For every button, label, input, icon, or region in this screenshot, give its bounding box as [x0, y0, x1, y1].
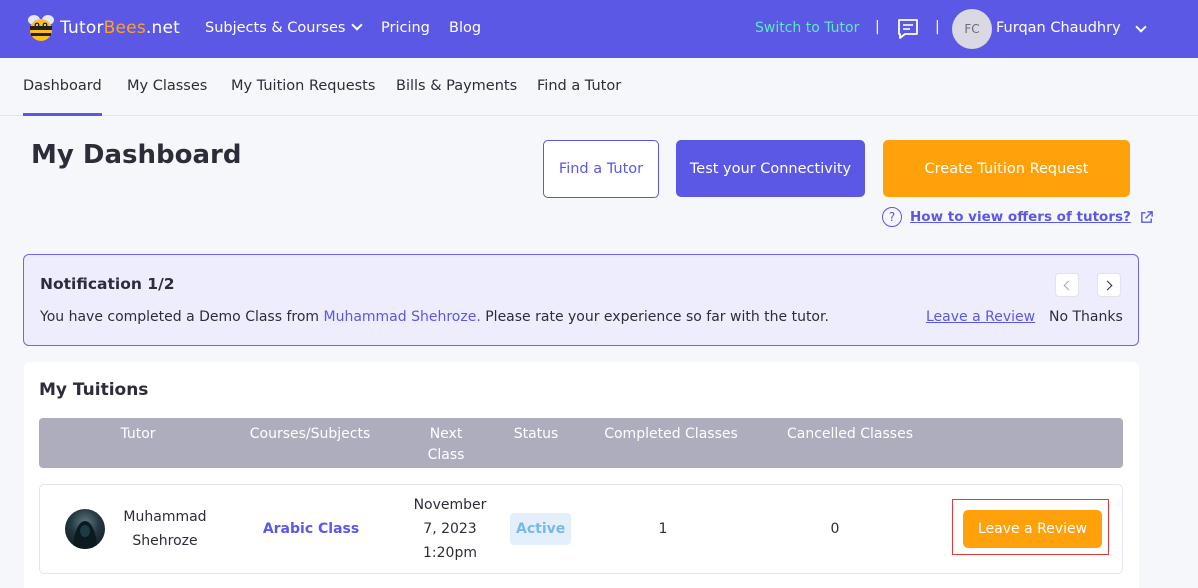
chat-icon[interactable]: [896, 17, 920, 41]
status-badge: Active: [510, 513, 572, 545]
user-avatar[interactable]: FC: [952, 9, 992, 49]
completed-classes-count: 1: [658, 521, 668, 537]
tab-my-classes[interactable]: My Classes: [127, 78, 207, 94]
column-header: Next Class: [427, 426, 465, 463]
logo[interactable]: TutorBees.net: [26, 12, 180, 44]
logo-text: TutorBees.net: [60, 18, 180, 38]
active-tab-indicator: [23, 113, 102, 116]
column-header: Tutor: [120, 426, 156, 442]
section-title: My Tuitions: [39, 380, 149, 400]
my-tuitions-card: My Tuitions Tutor Courses/Subjects Next C…: [24, 362, 1139, 588]
next-notification-button[interactable]: [1097, 273, 1121, 297]
help-row: ? How to view offers of tutors?: [882, 207, 1154, 227]
cancelled-classes-count: 0: [830, 521, 840, 537]
no-thanks-button[interactable]: No Thanks: [1049, 309, 1123, 325]
tab-dashboard[interactable]: Dashboard: [23, 78, 102, 94]
external-link-icon[interactable]: [1139, 210, 1154, 225]
chevron-down-icon[interactable]: [1135, 21, 1147, 33]
find-tutor-button[interactable]: Find a Tutor: [543, 140, 659, 198]
notification-title: Notification 1/2: [40, 275, 175, 293]
nav-blog[interactable]: Blog: [449, 20, 481, 36]
tab-bills-payments[interactable]: Bills & Payments: [396, 78, 517, 94]
tab-find-a-tutor[interactable]: Find a Tutor: [537, 78, 621, 94]
chevron-down-icon: [351, 19, 364, 31]
help-icon: ?: [882, 207, 902, 227]
tutor-avatar[interactable]: [65, 509, 105, 549]
chevron-left-icon: [1063, 280, 1074, 290]
table-header: Tutor Courses/Subjects Next Class Status …: [39, 418, 1123, 468]
test-connectivity-button[interactable]: Test your Connectivity: [676, 140, 865, 197]
leave-review-button[interactable]: Leave a Review: [963, 510, 1102, 548]
notification-leave-review-link[interactable]: Leave a Review: [926, 309, 1035, 325]
tab-my-tuition-requests[interactable]: My Tuition Requests: [231, 78, 375, 94]
previous-notification-button[interactable]: [1055, 273, 1079, 297]
notification-tutor-link[interactable]: Muhammad Shehroze.: [324, 309, 481, 325]
course-link[interactable]: Arabic Class: [245, 517, 377, 541]
create-tuition-request-button[interactable]: Create Tuition Request: [883, 140, 1130, 197]
column-header: Courses/Subjects: [249, 426, 371, 442]
nav-divider: |: [875, 19, 880, 35]
top-navbar: TutorBees.net Subjects & Courses Pricing…: [0, 0, 1198, 58]
next-class-date: November 7, 2023 1:20pm: [413, 497, 487, 561]
secondary-tabs: Dashboard My Classes My Tuition Requests…: [0, 58, 1198, 116]
column-header: Completed Classes: [604, 426, 738, 442]
column-header: Status: [513, 426, 559, 442]
switch-to-tutor-link[interactable]: Switch to Tutor: [755, 20, 859, 36]
view-offers-help-link[interactable]: How to view offers of tutors?: [910, 209, 1131, 225]
table-row: Muhammad Shehroze Arabic Class November 7,…: [39, 484, 1123, 574]
nav-pricing[interactable]: Pricing: [381, 20, 430, 36]
user-name[interactable]: Furqan Chaudhry: [996, 20, 1121, 36]
chevron-right-icon: [1102, 280, 1113, 290]
hooded-figure-icon: [73, 521, 97, 549]
notification-banner: Notification 1/2 You have completed a De…: [23, 254, 1139, 346]
page-title: My Dashboard: [31, 140, 242, 170]
nav-divider: |: [935, 19, 940, 35]
nav-subjects-courses[interactable]: Subjects & Courses: [205, 19, 364, 36]
column-header: Cancelled Classes: [786, 426, 913, 442]
tutor-name[interactable]: Muhammad Shehroze: [120, 505, 210, 553]
notification-text: You have completed a Demo Class from Muh…: [40, 309, 829, 325]
bee-logo-icon: [28, 15, 54, 41]
